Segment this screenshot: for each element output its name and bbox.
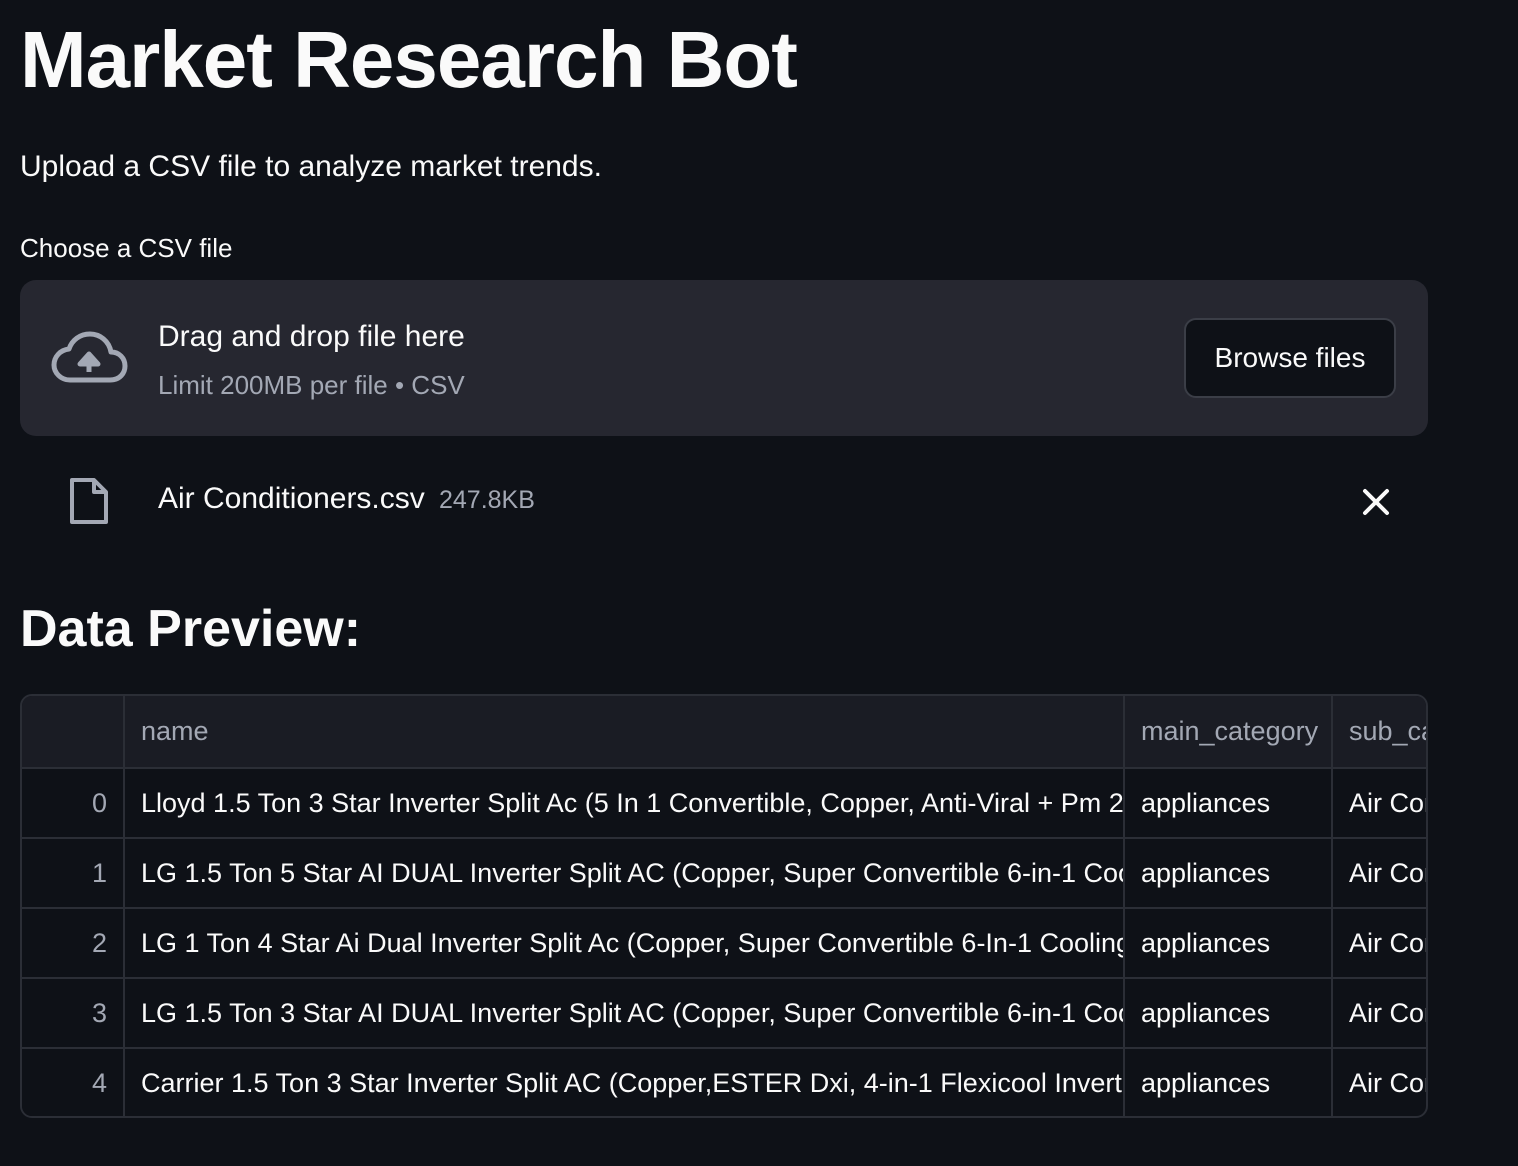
table-row: 3 LG 1.5 Ton 3 Star AI DUAL Inverter Spl… (22, 978, 1426, 1049)
name-cell[interactable]: LG 1.5 Ton 5 Star AI DUAL Inverter Split… (124, 838, 1125, 909)
page-title: Market Research Bot (20, 15, 798, 104)
table-row: 2 LG 1 Ton 4 Star Ai Dual Inverter Split… (22, 908, 1426, 979)
row-index-cell[interactable]: 4 (22, 1048, 125, 1116)
column-header-sub-category[interactable]: sub_ca (1332, 696, 1426, 769)
file-dropzone[interactable]: Drag and drop file here Limit 200MB per … (20, 280, 1428, 436)
table-row: 0 Lloyd 1.5 Ton 3 Star Inverter Split Ac… (22, 768, 1426, 839)
name-cell[interactable]: LG 1 Ton 4 Star Ai Dual Inverter Split A… (124, 908, 1125, 979)
table-row: 4 Carrier 1.5 Ton 3 Star Inverter Split … (22, 1048, 1426, 1116)
sub-category-cell[interactable]: Air Cor (1332, 1048, 1426, 1116)
uploaded-file-size: 247.8KB (439, 486, 535, 514)
main-category-cell[interactable]: appliances (1124, 838, 1333, 909)
main-category-cell[interactable]: appliances (1124, 768, 1333, 839)
table-row: 1 LG 1.5 Ton 5 Star AI DUAL Inverter Spl… (22, 838, 1426, 909)
row-index-cell[interactable]: 3 (22, 978, 125, 1049)
sub-category-cell[interactable]: Air Cor (1332, 908, 1426, 979)
remove-file-close-icon[interactable] (1356, 482, 1396, 522)
data-preview-table[interactable]: name main_category sub_ca 0 Lloyd 1.5 To… (20, 694, 1428, 1118)
row-index-cell[interactable]: 0 (22, 768, 125, 839)
main-category-cell[interactable]: appliances (1124, 1048, 1333, 1116)
browse-files-button[interactable]: Browse files (1184, 318, 1396, 398)
column-header-main-category[interactable]: main_category (1124, 696, 1333, 769)
name-cell[interactable]: Lloyd 1.5 Ton 3 Star Inverter Split Ac (… (124, 768, 1125, 839)
row-index-cell[interactable]: 2 (22, 908, 125, 979)
page-subtitle: Upload a CSV file to analyze market tren… (20, 150, 602, 183)
data-preview-heading: Data Preview: (20, 600, 362, 658)
column-header-name[interactable]: name (124, 696, 1125, 769)
file-uploader-label: Choose a CSV file (20, 233, 233, 263)
uploaded-file-item: Air Conditioners.csv 247.8KB (20, 460, 1428, 540)
name-cell[interactable]: Carrier 1.5 Ton 3 Star Inverter Split AC… (124, 1048, 1125, 1116)
uploaded-file-name: Air Conditioners.csv (158, 482, 425, 515)
row-index-cell[interactable]: 1 (22, 838, 125, 909)
app-root: Market Research Bot Upload a CSV file to… (0, 0, 1518, 1166)
sub-category-cell[interactable]: Air Cor (1332, 978, 1426, 1049)
sub-category-cell[interactable]: Air Cor (1332, 768, 1426, 839)
column-header-index[interactable] (22, 696, 125, 769)
cloud-upload-icon (51, 331, 128, 383)
main-category-cell[interactable]: appliances (1124, 978, 1333, 1049)
file-icon (70, 478, 108, 524)
name-cell[interactable]: LG 1.5 Ton 3 Star AI DUAL Inverter Split… (124, 978, 1125, 1049)
sub-category-cell[interactable]: Air Cor (1332, 838, 1426, 909)
dropzone-instruction: Drag and drop file here (158, 320, 465, 353)
main-category-cell[interactable]: appliances (1124, 908, 1333, 979)
dropzone-limit: Limit 200MB per file • CSV (158, 370, 465, 400)
table-header-row: name main_category sub_ca (22, 696, 1426, 769)
